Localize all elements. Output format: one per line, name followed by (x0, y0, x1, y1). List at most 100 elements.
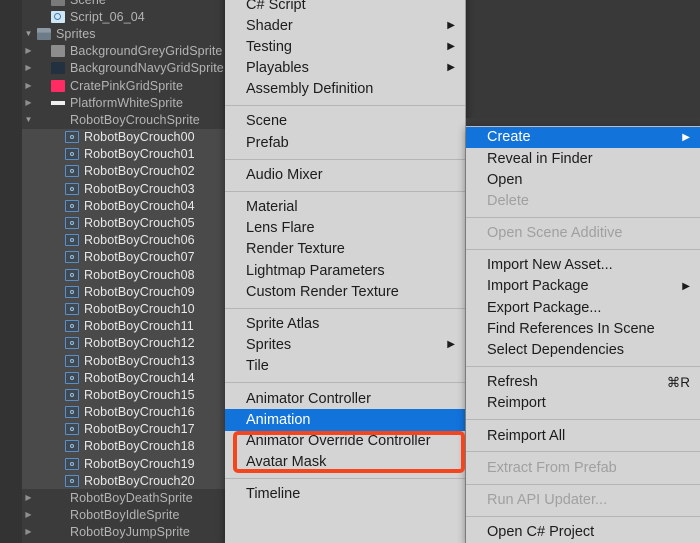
menu-item[interactable]: Reimport All (466, 425, 700, 446)
chevron-down-icon[interactable]: ▼ (22, 116, 35, 124)
chevron-right-icon[interactable]: ▶ (22, 99, 35, 107)
tree-item[interactable]: RobotBoyCrouch12 (22, 335, 232, 352)
tree-item[interactable]: RobotBoyCrouch13 (22, 352, 232, 369)
project-context-menu[interactable]: Create▶ Reveal in Finder OpenDelete Open Sc… (466, 126, 700, 543)
menu-item[interactable]: Tile (225, 356, 465, 377)
menu-item[interactable]: Export Package... (466, 297, 700, 318)
tree-item[interactable]: RobotBoyCrouch06 (22, 232, 232, 249)
tree-item[interactable]: RobotBoyCrouch08 (22, 266, 232, 283)
tree-item[interactable]: RobotBoyCrouch01 (22, 146, 232, 163)
menu-item[interactable]: Shader▶ (225, 15, 465, 36)
menu-item: Run API Updater... (466, 490, 700, 511)
tree-item[interactable]: RobotBoyCrouch14 (22, 369, 232, 386)
tree-item[interactable]: RobotBoyCrouch07 (22, 249, 232, 266)
menu-item[interactable]: Prefab (225, 132, 465, 153)
tree-item[interactable]: ▶PlatformWhiteSprite (22, 94, 232, 111)
menu-item[interactable]: Testing▶ (225, 37, 465, 58)
tree-item[interactable]: RobotBoyCrouch03 (22, 180, 232, 197)
tree-item-label: Sprites (56, 27, 96, 41)
menu-item[interactable]: Playables▶ (225, 58, 465, 79)
sprite-icon (65, 234, 79, 246)
chevron-right-icon[interactable]: ▶ (22, 511, 35, 519)
menu-item[interactable]: Open (466, 169, 700, 190)
tree-item[interactable]: ▼RobotBoyCrouchSprite (22, 111, 232, 128)
project-tree-list[interactable]: SceneScript_06_04 ▼ Sprites ▶BackgroundGrey… (22, 0, 232, 534)
create-submenu[interactable]: FolderC# ScriptShader▶Testing▶Playables▶… (225, 0, 466, 543)
menu-item[interactable]: Reimport (466, 393, 700, 414)
menu-item[interactable]: Refresh⌘R (466, 372, 700, 393)
submenu-arrow-icon: ▶ (435, 21, 455, 31)
menu-separator (466, 516, 700, 517)
menu-item[interactable]: Import Package▶ (466, 276, 700, 297)
menu-item[interactable]: Assembly Definition (225, 79, 465, 100)
tree-item[interactable]: RobotBoyCrouch09 (22, 283, 232, 300)
tree-item[interactable]: ▶ BackgroundNavyGridSprite (22, 60, 232, 77)
sprite-icon (65, 389, 79, 401)
menu-item: Open Scene Additive (466, 223, 700, 244)
tree-item[interactable]: ▶RobotBoyJumpSprite (22, 524, 232, 541)
menu-separator (225, 478, 465, 479)
menu-item[interactable]: Import New Asset... (466, 255, 700, 276)
menu-item[interactable]: Open C# Project (466, 522, 700, 543)
menu-separator (466, 217, 700, 218)
tree-item-label: RobotBoyIdleSprite (70, 508, 180, 522)
menu-item[interactable]: Find References In Scene (466, 319, 700, 340)
sprite-icon (65, 165, 79, 177)
menu-item[interactable]: Scene (225, 111, 465, 132)
menu-item[interactable]: Lens Flare (225, 218, 465, 239)
tree-item[interactable]: RobotBoyCrouch10 (22, 300, 232, 317)
tree-item[interactable]: RobotBoyCrouch19 (22, 455, 232, 472)
tree-item[interactable]: RobotBoyCrouch17 (22, 421, 232, 438)
tree-item-label: RobotBoyCrouch10 (84, 302, 195, 316)
tree-item[interactable]: RobotBoyCrouch11 (22, 318, 232, 335)
menu-item[interactable]: C# Script (225, 0, 465, 15)
project-tree-panel[interactable]: SceneScript_06_04 ▼ Sprites ▶BackgroundGrey… (0, 0, 232, 543)
menu-item[interactable]: Animator Controller (225, 388, 465, 409)
tree-item-label: CratePinkGridSprite (70, 79, 183, 93)
tree-item[interactable]: ▶ CratePinkGridSprite (22, 77, 232, 94)
menu-item[interactable]: Timeline (225, 484, 465, 505)
tree-item[interactable]: Script_06_04 (22, 8, 232, 25)
tree-item[interactable]: RobotBoyCrouch16 (22, 404, 232, 421)
chevron-down-icon[interactable]: ▼ (22, 30, 35, 38)
tree-item[interactable]: RobotBoyCrouch18 (22, 438, 232, 455)
tree-item-label: BackgroundNavyGridSprite (70, 61, 224, 75)
chevron-right-icon[interactable]: ▶ (22, 528, 35, 536)
chevron-right-icon[interactable]: ▶ (22, 47, 35, 55)
menu-item-label: Render Texture (246, 242, 455, 257)
tree-item[interactable]: ▶ RobotBoyIdleSprite (22, 507, 232, 524)
menu-item-label: Tile (246, 359, 455, 374)
menu-item[interactable]: Material (225, 197, 465, 218)
tree-item[interactable]: RobotBoyCrouch00 (22, 129, 232, 146)
menu-item[interactable]: Select Dependencies (466, 340, 700, 361)
menu-item-label: Sprites (246, 338, 435, 353)
tree-item[interactable]: ▼ Sprites (22, 25, 232, 42)
tree-item[interactable]: Scene (22, 0, 232, 8)
menu-item[interactable]: Create▶ (466, 127, 700, 148)
menu-item[interactable]: Animator Override Controller (225, 431, 465, 452)
menu-item[interactable]: Lightmap Parameters (225, 260, 465, 281)
menu-item[interactable]: Render Texture (225, 239, 465, 260)
tree-item[interactable]: RobotBoyCrouch04 (22, 197, 232, 214)
folder-icon (37, 28, 51, 40)
menu-item-label: Reveal in Finder (487, 152, 690, 167)
menu-item[interactable]: Sprites▶ (225, 335, 465, 356)
menu-item[interactable]: Animation (225, 409, 465, 430)
tree-item[interactable]: RobotBoyCrouch20 (22, 472, 232, 489)
tree-item[interactable]: ▶BackgroundGreyGridSprite (22, 43, 232, 60)
chevron-right-icon[interactable]: ▶ (22, 82, 35, 90)
menu-item[interactable]: Audio Mixer (225, 165, 465, 186)
tree-item[interactable]: RobotBoyCrouch15 (22, 386, 232, 403)
menu-item[interactable]: Custom Render Texture (225, 281, 465, 302)
menu-item[interactable]: Avatar Mask (225, 452, 465, 473)
tree-item[interactable]: ▶RobotBoyDeathSprite (22, 489, 232, 506)
menu-item[interactable]: Reveal in Finder (466, 148, 700, 169)
chevron-right-icon[interactable]: ▶ (22, 64, 35, 72)
tree-item-label: RobotBoyCrouch20 (84, 474, 195, 488)
menu-item[interactable]: Sprite Atlas (225, 314, 465, 335)
tree-item[interactable]: RobotBoyCrouch05 (22, 214, 232, 231)
script-icon (51, 11, 65, 23)
menu-item: Delete (466, 191, 700, 212)
chevron-right-icon[interactable]: ▶ (22, 494, 35, 502)
tree-item[interactable]: RobotBoyCrouch02 (22, 163, 232, 180)
